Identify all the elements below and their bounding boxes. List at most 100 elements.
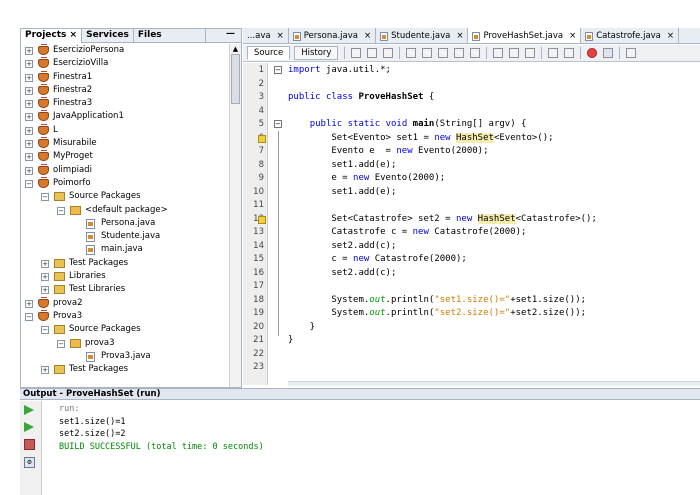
start-macro-icon[interactable] (587, 48, 598, 58)
line-number: 14 (253, 240, 264, 251)
tree-item[interactable]: + Test Libraries (21, 283, 229, 296)
toggle-bookmark-icon[interactable] (525, 48, 536, 58)
tree-item[interactable]: + Misurabile (21, 137, 229, 150)
tree-item[interactable]: − Poimorfo (21, 176, 229, 190)
expand-icon[interactable]: + (25, 47, 33, 55)
expand-icon[interactable]: + (25, 73, 33, 82)
tree-item-label: JavaApplication1 (53, 111, 124, 122)
tab-projects[interactable]: Projects × (21, 29, 83, 43)
tree-item[interactable]: + prova2 (21, 296, 229, 310)
collapse-icon[interactable]: − (41, 326, 49, 335)
find-icon[interactable] (406, 48, 417, 58)
expand-icon[interactable]: + (25, 299, 33, 308)
warning-icon[interactable] (258, 134, 266, 143)
close-icon[interactable]: × (667, 29, 674, 44)
tree-scrollbar[interactable]: ▲ (229, 44, 241, 387)
tab-services[interactable]: Services (82, 29, 134, 43)
close-icon[interactable]: × (70, 30, 78, 40)
tree-item[interactable]: − Source Packages (21, 323, 229, 336)
scrollbar-thumb[interactable] (231, 54, 240, 104)
tree-item[interactable]: Persona.java (21, 217, 229, 230)
tree-item[interactable]: + Libraries (21, 270, 229, 283)
collapse-icon[interactable]: − (57, 206, 65, 215)
expand-icon[interactable]: + (25, 60, 33, 69)
fold-toggle-icon[interactable]: − (274, 66, 282, 74)
editor-tab[interactable]: ...ava × (243, 28, 289, 44)
expand-icon[interactable]: + (25, 153, 33, 162)
warning-icon[interactable] (258, 215, 266, 224)
tree-item[interactable]: − <default package> (21, 204, 229, 217)
project-tree[interactable]: + EsercizioPersona + EsercizioVilla + Finestr… (21, 44, 229, 387)
output-console[interactable]: run: set1.size()=1 set2.size()=2 BUILD SUCC… (59, 403, 264, 453)
source-button[interactable]: Source (247, 46, 291, 60)
fold-toggle-icon[interactable]: − (274, 120, 282, 128)
scroll-up-icon[interactable]: ▲ (230, 44, 241, 54)
expand-icon[interactable]: + (25, 113, 33, 122)
history-dropdown-icon[interactable] (383, 48, 394, 58)
tree-item[interactable]: + olimpiadi (21, 163, 229, 177)
collapse-icon[interactable]: − (57, 339, 65, 348)
toggle-selection-icon[interactable] (470, 48, 481, 58)
history-button[interactable]: History (294, 46, 339, 60)
tree-item[interactable]: + MyProget (21, 150, 229, 163)
editor-tab[interactable]: Studente.java × (376, 28, 469, 44)
editor-tab[interactable]: ProveHashSet.java × (468, 28, 582, 44)
tree-item[interactable]: main.java (21, 243, 229, 256)
tab-files[interactable]: Files (134, 29, 206, 43)
line-number: 23 (253, 362, 264, 372)
forward-icon[interactable] (367, 48, 378, 58)
line-number: 2 (258, 78, 264, 89)
tree-item[interactable]: + Test Packages (21, 363, 229, 376)
tree-item[interactable]: + Finestra2 (21, 83, 229, 97)
rerun-icon[interactable] (24, 405, 34, 415)
close-icon[interactable]: × (364, 29, 371, 44)
minimize-icon[interactable]: — (220, 29, 241, 42)
expand-icon[interactable]: + (25, 86, 33, 95)
expand-icon[interactable]: + (41, 273, 49, 282)
expand-icon[interactable]: + (25, 100, 33, 109)
close-icon[interactable]: × (456, 29, 463, 44)
close-icon[interactable]: × (277, 29, 284, 44)
tree-item[interactable]: + JavaApplication1 (21, 110, 229, 123)
tree-item[interactable]: + EsercizioPersona (21, 44, 229, 57)
expand-icon[interactable]: + (25, 126, 33, 135)
tree-item[interactable]: − Prova3 (21, 309, 229, 323)
tree-item[interactable]: + Finestra3 (21, 97, 229, 110)
next-bookmark-icon[interactable] (509, 48, 520, 58)
expand-icon[interactable]: + (41, 259, 49, 268)
close-icon[interactable]: × (569, 29, 576, 44)
expand-icon[interactable]: + (25, 140, 33, 149)
expand-icon[interactable]: + (41, 286, 49, 295)
output-side-toolbar: ⚙ (20, 401, 42, 495)
tree-item-label: olimpiadi (53, 164, 92, 175)
settings-icon[interactable]: ⚙ (24, 457, 35, 468)
collapse-icon[interactable]: − (41, 193, 49, 202)
tree-item[interactable]: + EsercizioVilla (21, 57, 229, 70)
expand-icon[interactable]: + (41, 366, 49, 375)
rerun-with-options-icon[interactable] (24, 422, 34, 432)
shift-right-icon[interactable] (564, 48, 575, 58)
tree-item[interactable]: + Test Packages (21, 257, 229, 270)
find-next-icon[interactable] (438, 48, 449, 58)
editor-tab[interactable]: Persona.java × (289, 28, 377, 44)
stop-macro-icon[interactable] (603, 48, 614, 58)
editor-tab[interactable]: Catastrofe.java × (581, 28, 680, 44)
tree-item[interactable]: + Finestra1 (21, 70, 229, 84)
tree-item[interactable]: Prova3.java (21, 350, 229, 363)
code-editor[interactable]: import java.util.*; public class ProveHas… (288, 63, 700, 385)
shift-left-icon[interactable] (548, 48, 559, 58)
editor-horizontal-scrollbar[interactable] (288, 381, 700, 386)
expand-icon[interactable]: + (25, 166, 33, 175)
tree-item[interactable]: − prova3 (21, 337, 229, 350)
stop-icon[interactable] (24, 439, 35, 450)
toggle-highlight-icon[interactable] (454, 48, 465, 58)
find-previous-icon[interactable] (422, 48, 433, 58)
back-icon[interactable] (351, 48, 362, 58)
collapse-icon[interactable]: − (25, 179, 33, 188)
tree-item[interactable]: + L (21, 123, 229, 137)
collapse-icon[interactable]: − (25, 312, 33, 321)
comment-icon[interactable] (626, 48, 637, 58)
tree-item[interactable]: − Source Packages (21, 190, 229, 203)
previous-bookmark-icon[interactable] (493, 48, 504, 58)
tree-item[interactable]: Studente.java (21, 230, 229, 243)
